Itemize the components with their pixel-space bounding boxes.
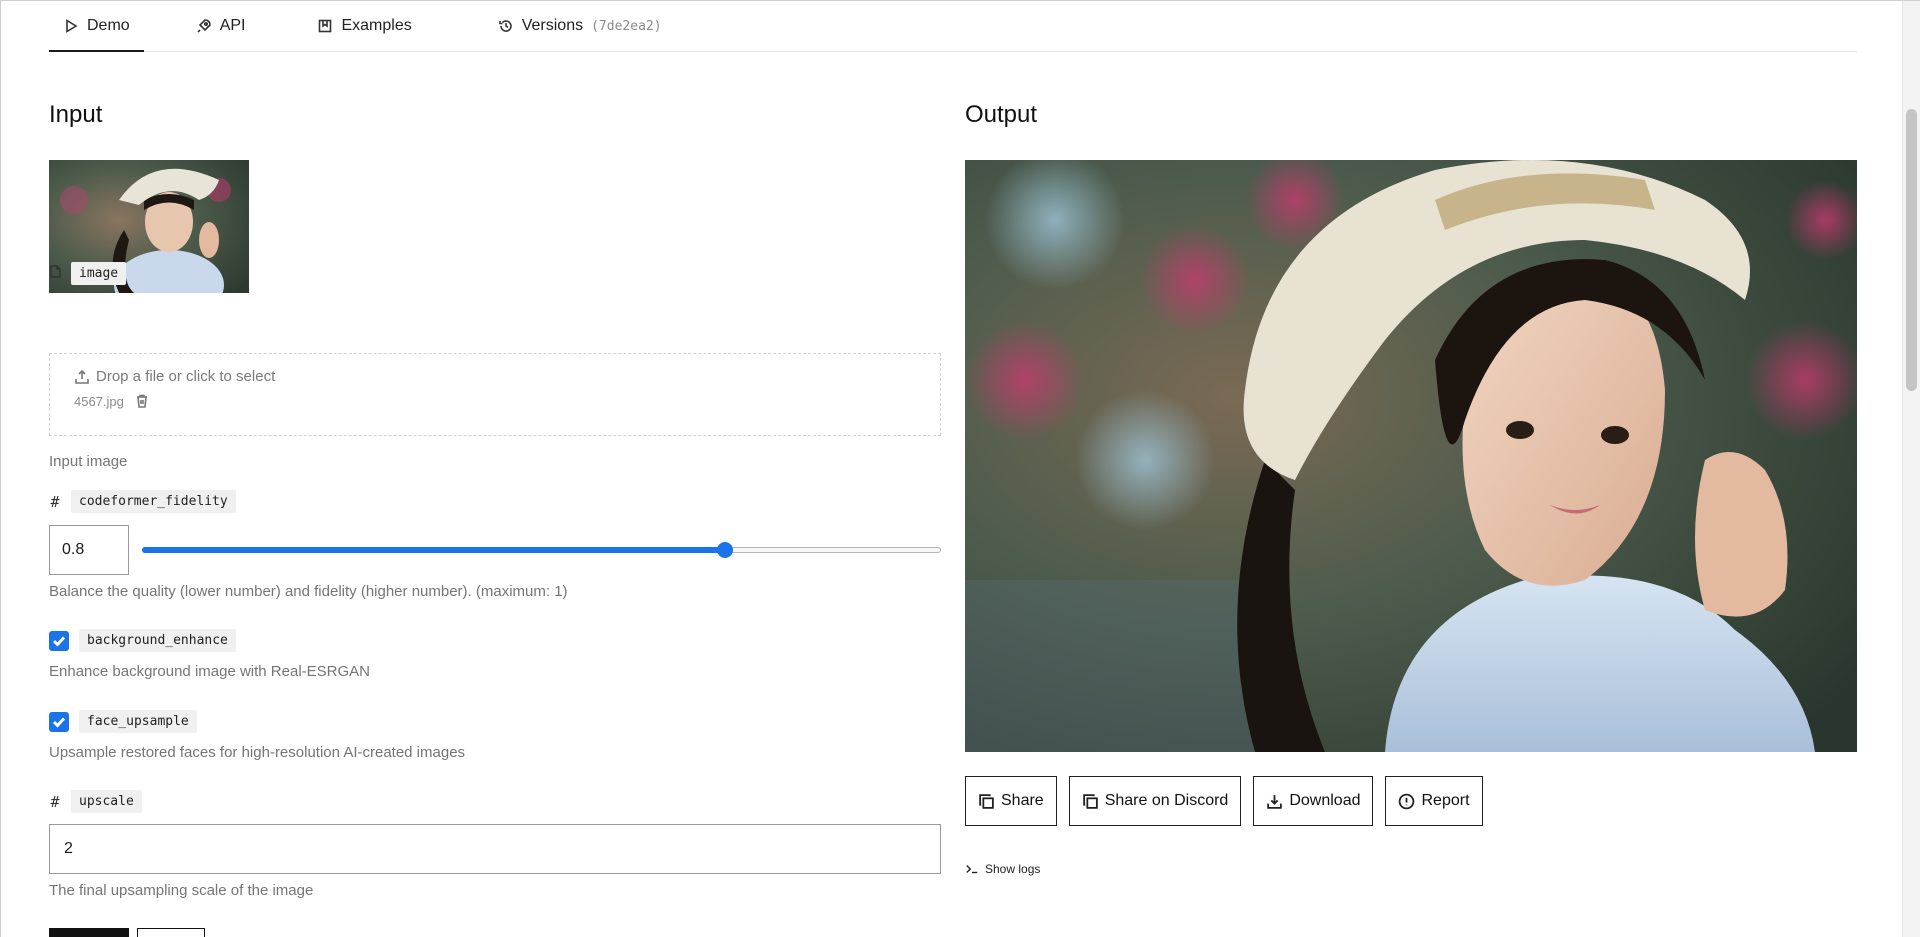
tab-bar: Demo API Examples Versions (7de2ea2) xyxy=(49,1,1857,52)
tab-demo-label: Demo xyxy=(87,17,130,34)
dropzone-text: Drop a file or click to select xyxy=(96,368,276,385)
check-icon xyxy=(52,635,66,647)
share-label: Share xyxy=(1001,792,1044,809)
play-icon xyxy=(66,19,78,33)
fidelity-field-label: # codeformer_fidelity xyxy=(49,490,236,513)
upscale-field-name: upscale xyxy=(71,790,142,813)
image-field-name: image xyxy=(71,262,127,285)
fidelity-slider[interactable] xyxy=(142,542,941,558)
file-icon xyxy=(49,265,61,282)
tab-versions[interactable]: Versions (7de2ea2) xyxy=(484,1,676,51)
upload-icon xyxy=(75,369,89,384)
upscale-input[interactable]: 2 xyxy=(49,824,941,874)
tab-demo[interactable]: Demo xyxy=(49,1,144,52)
tab-examples[interactable]: Examples xyxy=(303,1,425,51)
tab-examples-label: Examples xyxy=(341,17,412,34)
scrollbar-thumb[interactable] xyxy=(1906,109,1917,391)
slider-handle[interactable] xyxy=(716,542,733,558)
number-type-icon: # xyxy=(50,492,60,511)
face-help-text: Upsample restored faces for high-resolut… xyxy=(49,744,466,761)
face-field-name: face_upsample xyxy=(79,710,197,733)
page-scrollbar[interactable] xyxy=(1902,1,1920,937)
image-help-text: Input image xyxy=(49,453,128,470)
download-button[interactable]: Download xyxy=(1253,776,1374,826)
fidelity-help-text: Balance the quality (lower number) and f… xyxy=(49,583,568,600)
report-button[interactable]: Report xyxy=(1385,776,1483,826)
alert-circle-icon xyxy=(1399,793,1415,809)
file-dropzone[interactable]: Drop a file or click to select 4567.jpg xyxy=(49,353,941,436)
share-button[interactable]: Share xyxy=(965,776,1057,826)
download-label: Download xyxy=(1289,792,1361,809)
copy-icon xyxy=(1082,793,1098,809)
upscale-field-label: # upscale xyxy=(49,790,142,813)
version-hash: (7de2ea2) xyxy=(591,18,662,34)
background-field-name: background_enhance xyxy=(79,629,236,652)
face-upsample-checkbox[interactable] xyxy=(49,711,69,732)
rocket-icon xyxy=(197,19,211,33)
copy-icon xyxy=(979,793,994,809)
show-logs-toggle[interactable]: Show logs xyxy=(965,862,1040,876)
history-icon xyxy=(498,20,512,32)
reset-button[interactable] xyxy=(137,928,205,937)
download-icon xyxy=(1267,794,1283,809)
image-field-label: image xyxy=(49,262,127,285)
uploaded-filename: 4567.jpg xyxy=(74,393,124,409)
check-icon xyxy=(52,716,66,728)
background-enhance-checkbox[interactable] xyxy=(49,630,69,651)
share-discord-label: Share on Discord xyxy=(1104,792,1229,809)
trash-icon[interactable] xyxy=(134,393,150,409)
input-panel: Input image Drop a file or click to sele… xyxy=(49,101,941,937)
fidelity-number-input[interactable]: 0.8 xyxy=(49,525,129,575)
slider-fill xyxy=(142,547,725,553)
output-image[interactable] xyxy=(965,160,1857,752)
output-panel: Output Share Share on Discord Download R… xyxy=(965,101,1857,876)
input-title: Input xyxy=(49,101,103,128)
tab-api[interactable]: API xyxy=(182,1,260,51)
background-field-label: background_enhance xyxy=(49,629,236,652)
tab-versions-label: Versions xyxy=(521,17,584,34)
show-logs-label: Show logs xyxy=(985,862,1041,876)
fidelity-field-name: codeformer_fidelity xyxy=(71,490,236,513)
submit-button[interactable] xyxy=(49,928,129,937)
output-title: Output xyxy=(965,101,1038,128)
upscale-help-text: The final upsampling scale of the image xyxy=(49,882,314,899)
number-type-icon: # xyxy=(50,792,60,811)
report-label: Report xyxy=(1421,792,1470,809)
terminal-icon xyxy=(966,865,978,874)
bookmark-icon xyxy=(319,19,332,33)
face-field-label: face_upsample xyxy=(49,710,197,733)
tab-api-label: API xyxy=(219,17,246,34)
background-help-text: Enhance background image with Real-ESRGA… xyxy=(49,663,370,680)
share-discord-button[interactable]: Share on Discord xyxy=(1068,776,1242,826)
output-actions: Share Share on Discord Download Report xyxy=(965,776,1483,826)
